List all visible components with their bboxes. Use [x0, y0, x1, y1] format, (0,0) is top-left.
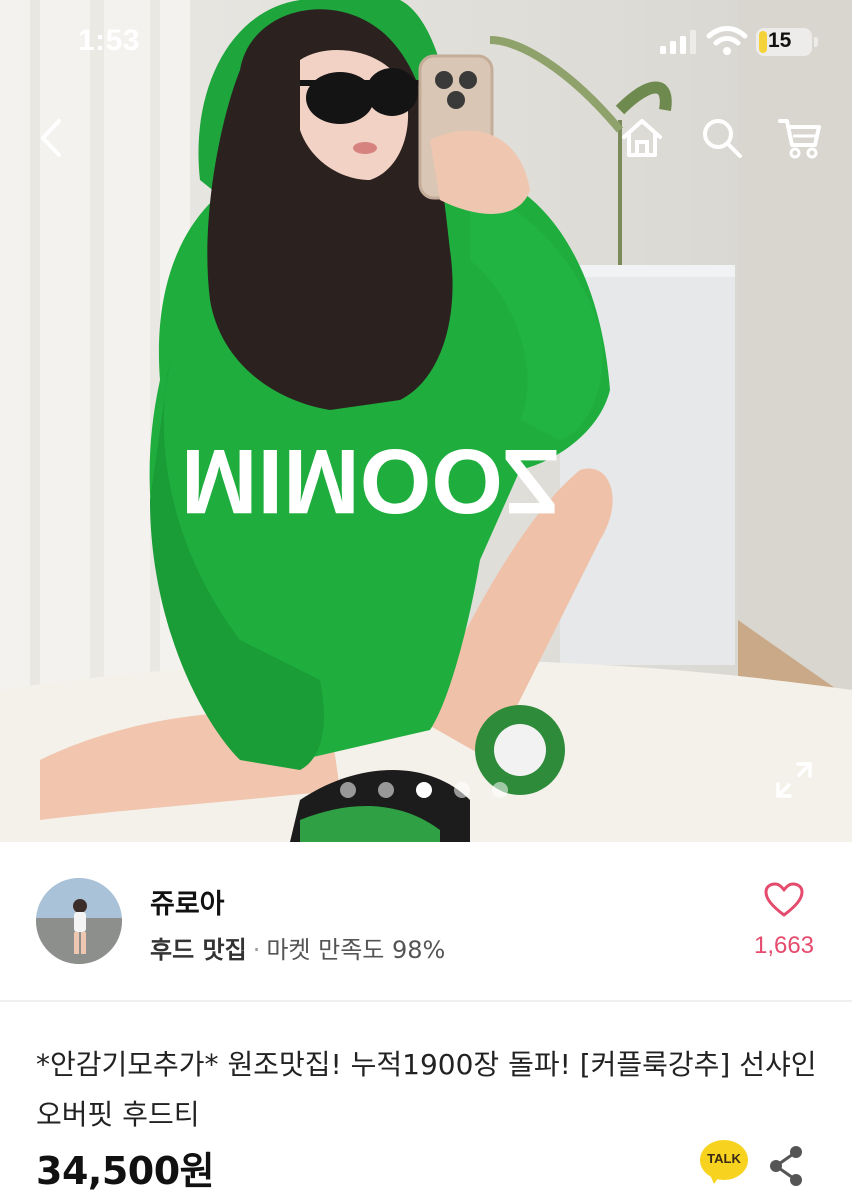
battery-indicator: 15: [756, 28, 818, 56]
back-icon: [41, 119, 61, 157]
market-satisfaction: 마켓 만족도 98%: [266, 936, 446, 964]
battery-percent: 15: [768, 29, 792, 52]
cart-icon: [778, 119, 821, 159]
like-count: 1,663: [753, 932, 815, 959]
status-time: 1:53: [78, 24, 141, 57]
home-button[interactable]: [614, 110, 670, 166]
search-button[interactable]: [694, 110, 750, 166]
carousel-dot[interactable]: [492, 782, 508, 798]
hoodie-print: MIMOOZ: [181, 430, 559, 532]
search-icon: [703, 119, 742, 158]
battery-level: [759, 31, 767, 53]
heart-icon: [764, 882, 804, 917]
talk-label: TALK: [707, 1151, 741, 1166]
wifi-icon: [706, 26, 748, 55]
seller-name[interactable]: 쥬로아: [150, 882, 225, 921]
cart-button[interactable]: [772, 110, 828, 166]
seller-info: 후드 맛집 · 마켓 만족도 98%: [150, 930, 445, 965]
seller-section[interactable]: 쥬로아 후드 맛집 · 마켓 만족도 98% 1,663: [0, 842, 852, 1002]
cellular-signal-icon: [660, 30, 696, 54]
seller-avatar[interactable]: [36, 878, 122, 964]
product-image-carousel[interactable]: MIMOOZ 1:53 15: [0, 0, 852, 842]
product-price: 34,500원: [36, 1149, 215, 1193]
product-title: *안감기모추가* 원조맛집! 누적1900장 돌파! [커플룩강추] 선샤인 오…: [36, 1048, 817, 1131]
seller-category: 후드 맛집: [150, 936, 247, 964]
like-button[interactable]: 1,663: [748, 882, 820, 972]
carousel-dot[interactable]: [454, 782, 470, 798]
carousel-dot[interactable]: [340, 782, 356, 798]
home-icon: [622, 119, 662, 157]
back-button[interactable]: [24, 110, 80, 166]
avatar-image: [36, 878, 122, 964]
kakao-talk-button[interactable]: TALK: [700, 1140, 750, 1188]
separator: ·: [252, 936, 261, 964]
carousel-dot[interactable]: [378, 782, 394, 798]
carousel-dot-active[interactable]: [416, 782, 432, 798]
carousel-indicator: [340, 782, 508, 798]
expand-icon[interactable]: [772, 758, 816, 802]
share-icon[interactable]: [766, 1144, 806, 1188]
